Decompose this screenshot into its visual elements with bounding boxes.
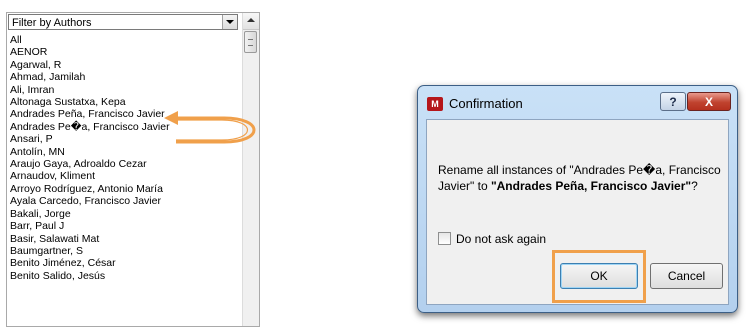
author-list-item[interactable]: Agarwal, R	[10, 59, 170, 71]
author-list-item[interactable]: Benito Jiménez, César	[10, 257, 170, 269]
do-not-ask-again-checkbox[interactable]	[438, 232, 451, 245]
checkbox-label: Do not ask again	[456, 232, 547, 246]
app-logo-icon: M	[427, 97, 443, 111]
message-target-name: "Andrades Peña, Francisco Javier"	[490, 179, 692, 193]
message-suffix: ?	[691, 179, 698, 193]
close-button[interactable]: X	[687, 92, 731, 111]
author-list-item[interactable]: AENOR	[10, 46, 170, 58]
author-list-item[interactable]: Benito Salido, Jesús	[10, 270, 170, 282]
author-list-item[interactable]: All	[10, 34, 170, 46]
ok-button[interactable]: OK	[560, 263, 638, 289]
author-list-item[interactable]: Barr, Paul J	[10, 220, 170, 232]
author-list-item[interactable]: Ahmad, Jamilah	[10, 71, 170, 83]
author-list-panel: Filter by Authors All AENOR Agarwal, R Ahma…	[6, 12, 260, 327]
author-list-item[interactable]: Arroyo Rodríguez, Antonio María	[10, 183, 170, 195]
author-list-item[interactable]: Altonaga Sustatxa, Kepa	[10, 96, 170, 108]
filter-by-authors-dropdown[interactable]: Filter by Authors	[8, 14, 238, 30]
do-not-ask-again-option[interactable]: Do not ask again	[438, 232, 546, 246]
help-button[interactable]: ?	[660, 92, 686, 111]
dialog-body: Rename all instances of "Andrades Pe�a, …	[426, 119, 729, 305]
rename-message: Rename all instances of "Andrades Pe�a, …	[438, 162, 728, 194]
dialog-titlebar[interactable]: M Confirmation ? X	[418, 86, 737, 116]
author-list-item[interactable]: Bakali, Jorge	[10, 208, 170, 220]
author-list-item[interactable]: Araujo Gaya, Adroaldo Cezar	[10, 158, 170, 170]
cancel-button[interactable]: Cancel	[650, 263, 723, 289]
author-list-item[interactable]: Ali, Imran	[10, 84, 170, 96]
author-list-item[interactable]: Ansari, P	[10, 133, 170, 145]
author-list-item[interactable]: Baumgartner, S	[10, 245, 170, 257]
author-list-item[interactable]: Antolín, MN	[10, 146, 170, 158]
scroll-up-arrow-icon[interactable]	[243, 13, 259, 30]
vertical-scrollbar[interactable]	[242, 13, 259, 326]
author-list-item[interactable]: Andrades Peña, Francisco Javier	[10, 108, 170, 120]
author-list-item[interactable]: Andrades Pe�a, Francisco Javier	[10, 121, 170, 133]
confirmation-dialog: M Confirmation ? X Rename all instances …	[417, 85, 738, 313]
author-list-item[interactable]: Basir, Salawati Mat	[10, 233, 170, 245]
scroll-thumb[interactable]	[244, 31, 257, 53]
author-list-item[interactable]: Arnaudov, Kliment	[10, 170, 170, 182]
author-list-item[interactable]: Ayala Carcedo, Francisco Javier	[10, 195, 170, 207]
orange-arrow-icon	[164, 111, 256, 144]
chevron-down-icon[interactable]	[222, 15, 237, 29]
filter-dropdown-label: Filter by Authors	[12, 17, 92, 29]
dialog-title: Confirmation	[449, 96, 523, 111]
author-list: All AENOR Agarwal, R Ahmad, Jamilah Ali, Imr…	[10, 34, 170, 282]
